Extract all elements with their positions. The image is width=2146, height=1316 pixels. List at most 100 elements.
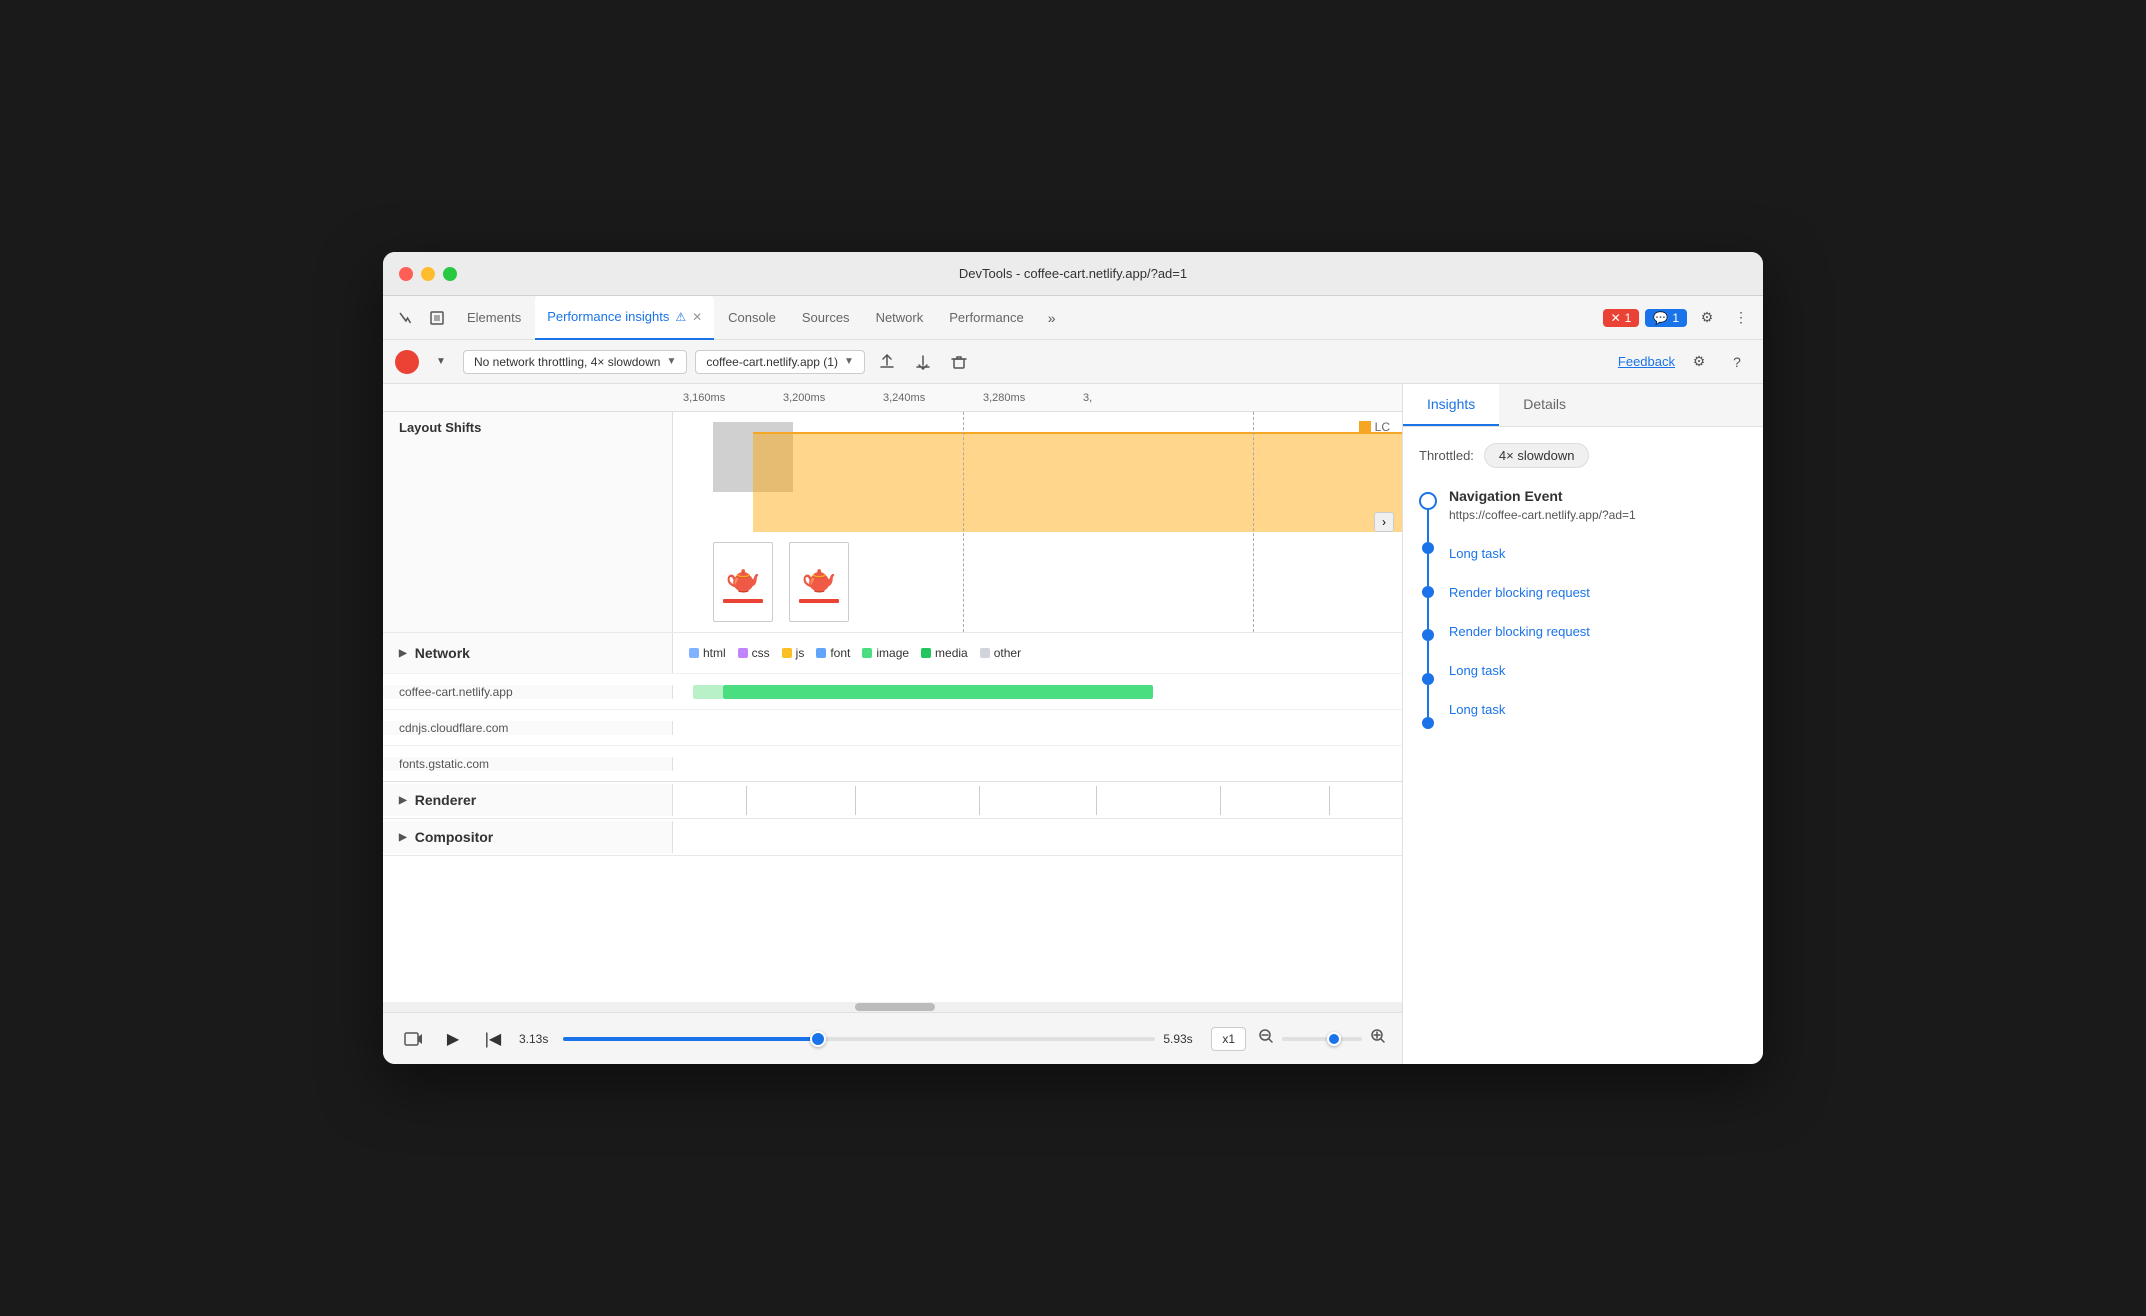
speed-badge[interactable]: x1 <box>1211 1027 1246 1051</box>
zoom-slider[interactable] <box>1282 1037 1362 1041</box>
legend-html: html <box>689 646 726 660</box>
thumbnail-1[interactable]: 🫖 <box>713 542 773 622</box>
event-dot-2 <box>1422 586 1434 598</box>
url-dropdown[interactable]: coffee-cart.netlify.app (1) ▼ <box>695 350 865 374</box>
legend-css-dot <box>738 648 748 658</box>
event-item-5: Long task <box>1449 690 1747 729</box>
expand-button[interactable]: › <box>1374 512 1394 532</box>
time-tick-3: 3,240ms <box>883 392 983 404</box>
time-slider[interactable] <box>563 1037 1155 1041</box>
zoom-in-button[interactable] <box>1370 1028 1386 1049</box>
maximize-button[interactable] <box>443 267 457 281</box>
event-link-4[interactable]: Long task <box>1449 663 1505 678</box>
insights-panel: Insights Details Throttled: 4× slowdown <box>1403 384 1763 1064</box>
upload-icon[interactable] <box>873 348 901 376</box>
more-options-icon[interactable]: ⋮ <box>1727 304 1755 332</box>
network-row-content-1 <box>673 674 1402 709</box>
network-row-content-3 <box>673 746 1402 781</box>
legend-other: other <box>980 646 1021 660</box>
cursor-icon[interactable] <box>391 304 419 332</box>
throttle-dropdown[interactable]: No network throttling, 4× slowdown ▼ <box>463 350 687 374</box>
tab-performance[interactable]: Performance <box>937 296 1035 340</box>
delete-icon[interactable] <box>945 348 973 376</box>
legend-media: media <box>921 646 968 660</box>
event-link-2[interactable]: Render blocking request <box>1449 585 1590 600</box>
zoom-out-button[interactable] <box>1258 1028 1274 1049</box>
network-row-1: coffee-cart.netlify.app <box>383 673 1402 709</box>
nav-event-circle <box>1419 492 1437 510</box>
record-dropdown-icon[interactable]: ▼ <box>427 348 455 376</box>
help-icon[interactable]: ? <box>1723 348 1751 376</box>
tab-sources[interactable]: Sources <box>790 296 862 340</box>
event-link-1[interactable]: Long task <box>1449 546 1505 561</box>
tab-elements[interactable]: Elements <box>455 296 533 340</box>
tab-insights[interactable]: Insights <box>1403 384 1499 426</box>
reset-button[interactable]: |◀ <box>479 1025 507 1053</box>
more-tabs-icon[interactable]: » <box>1038 304 1066 332</box>
renderer-expand-arrow-icon: ▶ <box>399 795 407 806</box>
layout-shifts-label: Layout Shifts <box>383 412 673 632</box>
play-button[interactable]: ▶ <box>439 1025 467 1053</box>
compositor-label[interactable]: ▶ Compositor <box>383 821 673 853</box>
time-ruler: 3,160ms 3,200ms 3,240ms 3,280ms 3, <box>383 384 1402 412</box>
message-icon: 💬 <box>1653 311 1668 325</box>
vert-line-5 <box>1427 685 1429 717</box>
close-button[interactable] <box>399 267 413 281</box>
dashed-line-2 <box>1253 412 1254 632</box>
throttle-badge: 4× slowdown <box>1484 443 1590 468</box>
record-button[interactable] <box>395 350 419 374</box>
time-range: 3.13s 5.93s <box>519 1032 1199 1046</box>
feedback-link[interactable]: Feedback <box>1618 354 1675 369</box>
tab-performance-insights[interactable]: Performance insights ⚠ ✕ <box>535 296 714 340</box>
event-dot-4 <box>1422 673 1434 685</box>
message-badge[interactable]: 💬 1 <box>1645 309 1687 327</box>
minimize-button[interactable] <box>421 267 435 281</box>
tab-details[interactable]: Details <box>1499 384 1590 426</box>
net-bar-light-1 <box>693 685 723 699</box>
throttled-label: Throttled: <box>1419 448 1474 463</box>
zoom-thumb[interactable] <box>1327 1032 1341 1046</box>
window-title: DevTools - coffee-cart.netlify.app/?ad=1 <box>959 266 1187 281</box>
net-bar-main-1 <box>723 685 1153 699</box>
mark-4 <box>1096 786 1097 815</box>
lc-badge: LC <box>1375 420 1390 434</box>
network-row-2: cdnjs.cloudflare.com <box>383 709 1402 745</box>
event-link-3[interactable]: Render blocking request <box>1449 624 1590 639</box>
tab-network[interactable]: Network <box>864 296 936 340</box>
horizontal-scrollbar[interactable] <box>383 1002 1402 1012</box>
event-dot-5 <box>1422 717 1434 729</box>
compositor-expand-arrow-icon: ▶ <box>399 832 407 843</box>
camera-icon[interactable] <box>399 1025 427 1053</box>
error-badge[interactable]: ✕ 1 <box>1603 309 1640 327</box>
network-row-label-3: fonts.gstatic.com <box>383 757 673 771</box>
event-link-5[interactable]: Long task <box>1449 702 1505 717</box>
compositor-marks <box>673 819 1402 855</box>
legend-html-dot <box>689 648 699 658</box>
download-icon[interactable] <box>909 348 937 376</box>
tab-bar: Elements Performance insights ⚠ ✕ Consol… <box>383 296 1763 340</box>
tab-console[interactable]: Console <box>716 296 788 340</box>
range-thumb[interactable] <box>810 1031 826 1047</box>
thumbnail-2[interactable]: 🫖 <box>789 542 849 622</box>
settings-gear-icon[interactable]: ⚙ <box>1685 348 1713 376</box>
network-expand-arrow-icon: ▶ <box>399 648 407 659</box>
vert-line-1 <box>1427 510 1429 542</box>
mark-6 <box>1329 786 1330 815</box>
network-section: ▶ Network html css <box>383 633 1402 782</box>
network-label[interactable]: ▶ Network <box>383 633 673 673</box>
renderer-label[interactable]: ▶ Renderer <box>383 784 673 816</box>
devtools-window: DevTools - coffee-cart.netlify.app/?ad=1… <box>383 252 1763 1064</box>
mark-2 <box>855 786 856 815</box>
scrollbar-track <box>703 1003 1082 1011</box>
title-bar: DevTools - coffee-cart.netlify.app/?ad=1 <box>383 252 1763 296</box>
settings-icon[interactable]: ⚙ <box>1693 304 1721 332</box>
network-rows: coffee-cart.netlify.app cdnjs.cloudflare… <box>383 673 1402 781</box>
scrollbar-thumb[interactable] <box>855 1003 935 1011</box>
inspect-icon[interactable] <box>423 304 451 332</box>
tab-close-icon[interactable]: ✕ <box>692 310 702 324</box>
network-row-3: fonts.gstatic.com <box>383 745 1402 781</box>
vert-line-3 <box>1427 598 1429 630</box>
legend-image-dot <box>862 648 872 658</box>
lc-badge-container: LC <box>1359 420 1390 434</box>
legend-css: css <box>738 646 770 660</box>
